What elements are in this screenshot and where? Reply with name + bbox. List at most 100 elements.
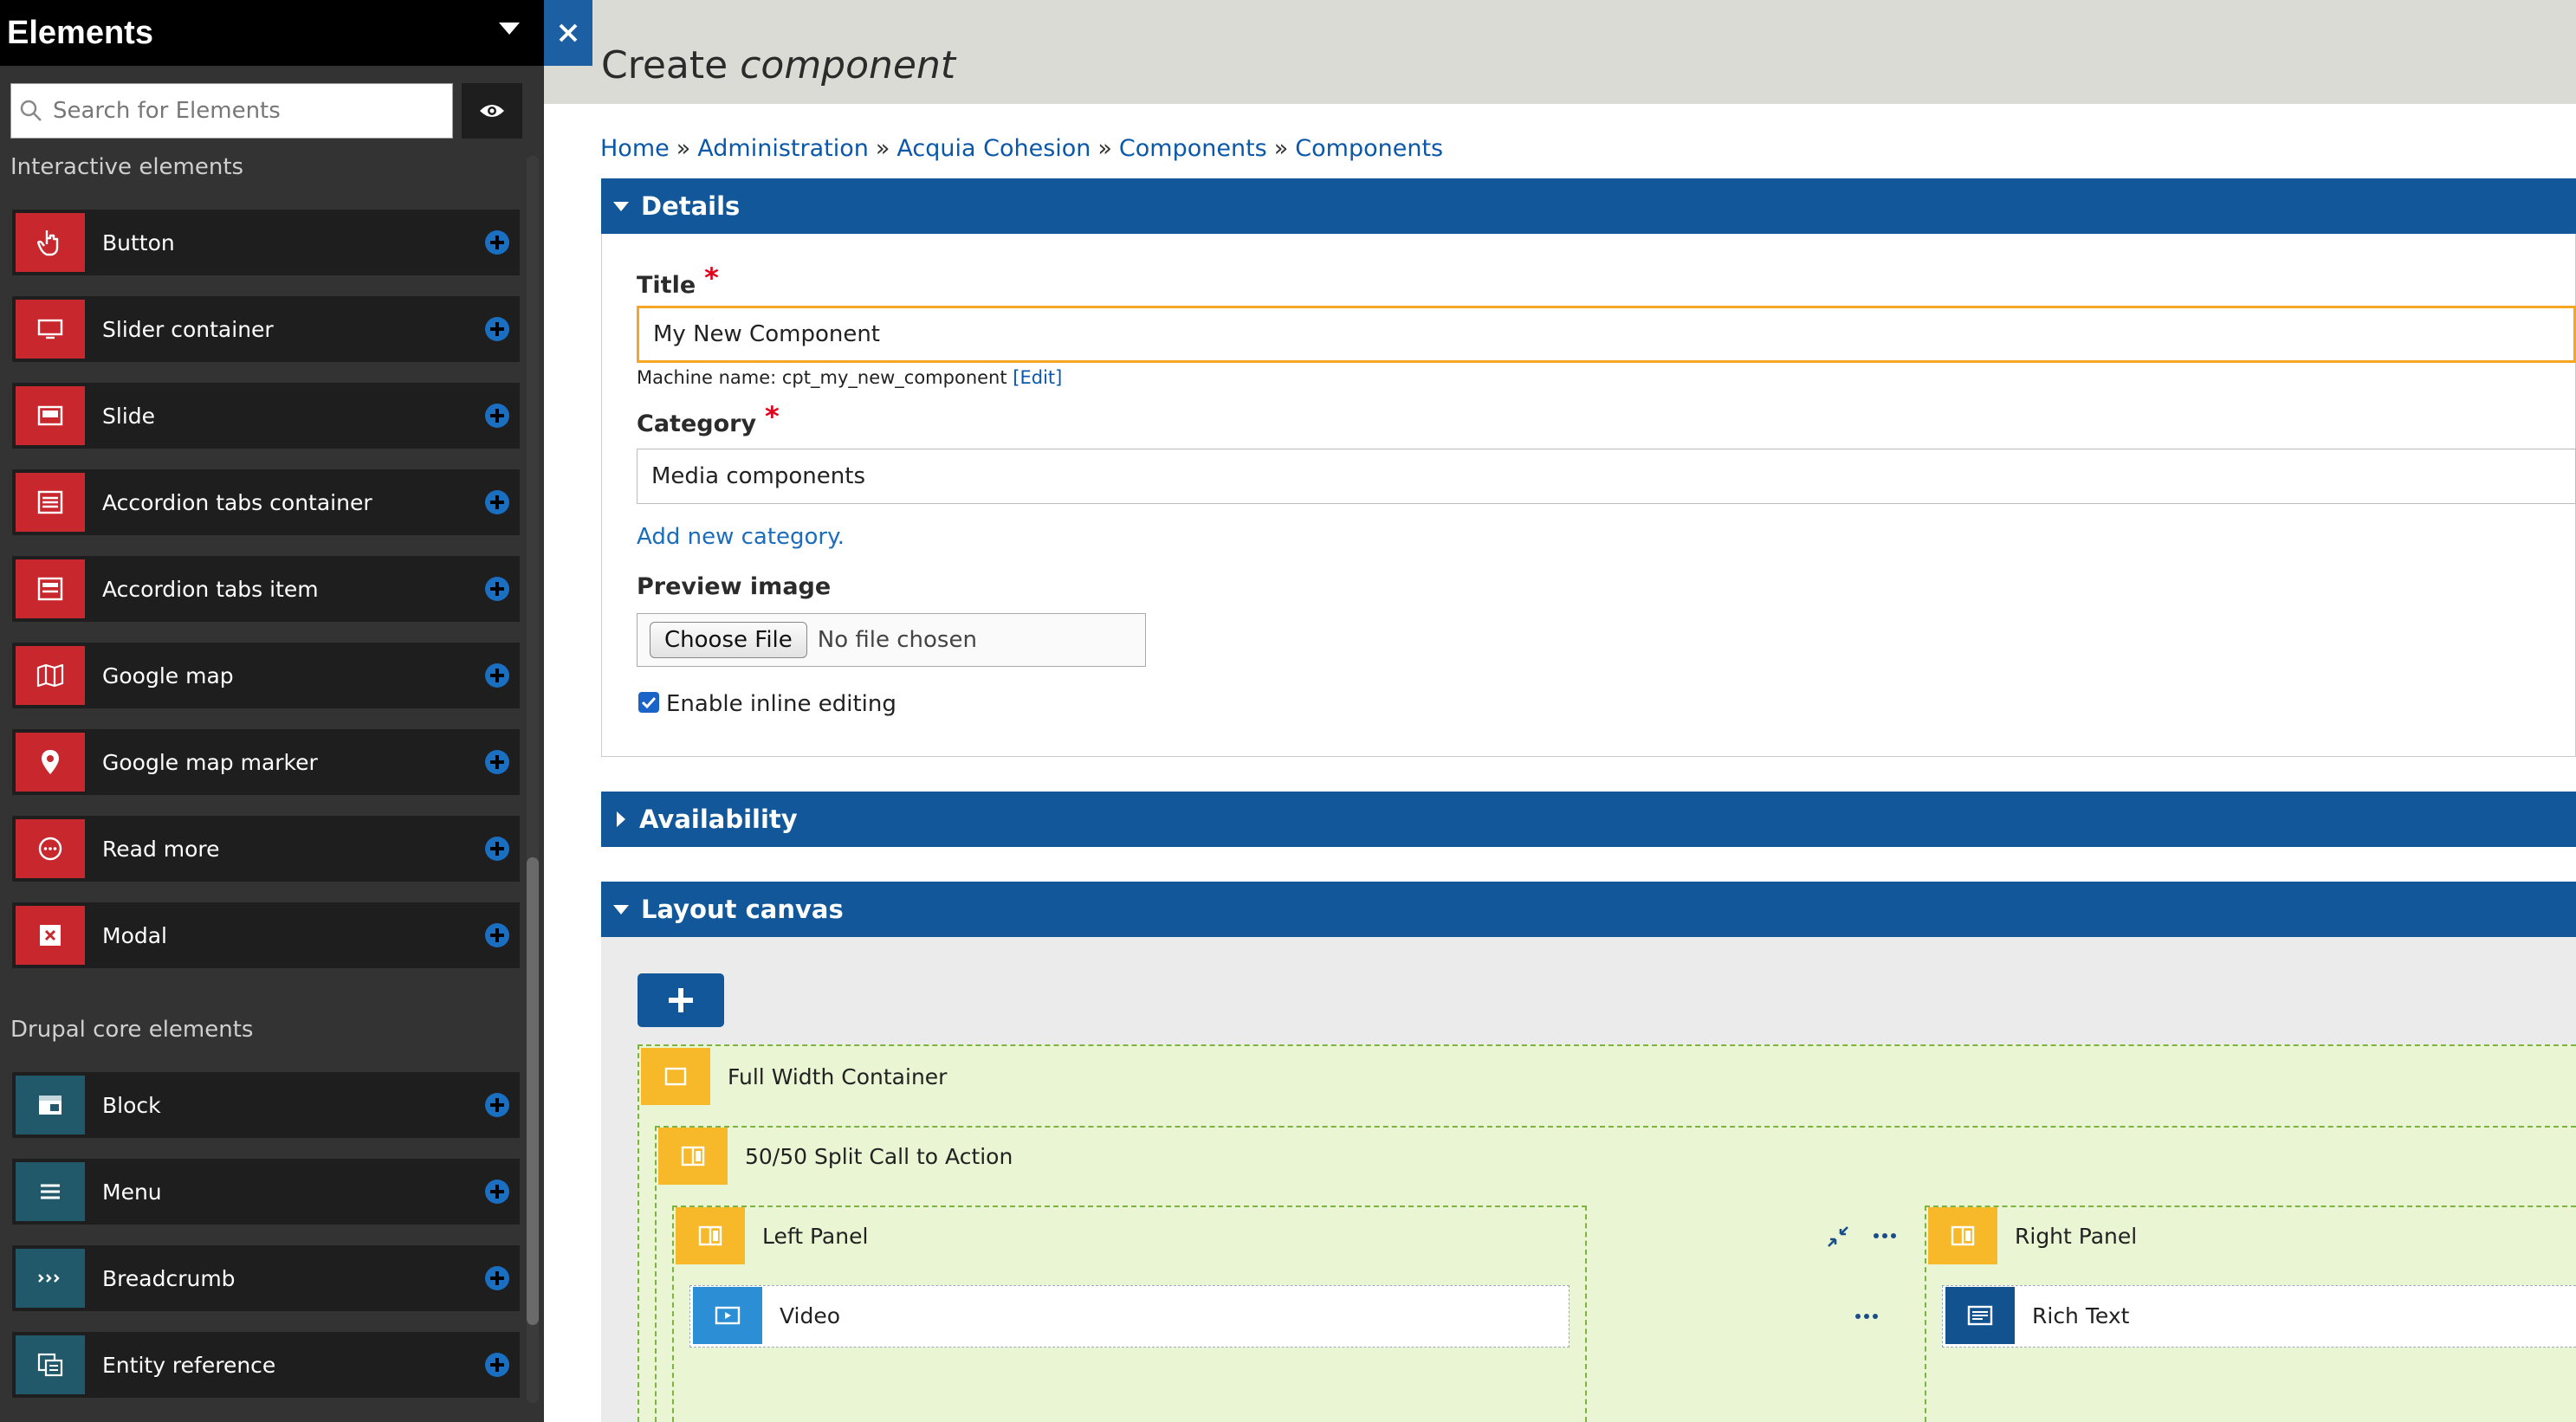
element-label: Block [102,1092,161,1118]
checkmark-icon [641,696,657,709]
required-marker: * [704,262,719,294]
entity-reference-icon [37,1353,63,1377]
search-input[interactable] [53,98,434,124]
page-title-prefix: Create [601,43,728,87]
element-label: Slider container [102,316,274,342]
right-panel-header[interactable]: Right Panel [1928,1207,2137,1264]
breadcrumb-home[interactable]: Home [600,135,670,162]
monitor-icon [37,319,63,339]
add-element-icon[interactable] [485,837,509,861]
element-item-entity-reference[interactable]: Entity reference [12,1332,520,1398]
pointer-hand-icon [37,230,59,256]
container-icon [664,1067,687,1086]
element-item-breadcrumb[interactable]: Breadcrumb [12,1245,520,1311]
details-heading: Details [641,191,741,221]
element-item-read-more[interactable]: Read more [12,816,520,882]
layout-canvas-panel-header[interactable]: Layout canvas [601,882,2576,937]
preview-toggle-button[interactable] [462,83,522,139]
element-item-menu[interactable]: Menu [12,1159,520,1225]
element-label: Modal [102,922,167,948]
collapsed-triangle-icon [617,811,625,827]
element-search[interactable] [10,83,453,139]
expanded-triangle-icon [613,201,629,211]
page-title-emphasis: component [740,43,956,87]
left-panel-more-icon[interactable] [1874,1233,1896,1238]
element-label: Google map marker [102,749,318,775]
breadcrumb-acquia-cohesion[interactable]: Acquia Cohesion [896,135,1091,162]
add-element-icon[interactable] [485,923,509,947]
element-label: Slide [102,403,156,429]
preview-image-file-input[interactable]: Choose File No file chosen [637,613,1146,667]
rich-text-element-header[interactable]: Rich Text [1945,1287,2129,1344]
element-label: Read more [102,836,220,862]
machine-name-edit-link[interactable]: [Edit] [1013,367,1062,388]
accordion-icon [37,490,63,514]
video-label: Video [780,1302,841,1328]
breadcrumb-components-current[interactable]: Components [1295,135,1443,162]
title-input[interactable]: My New Component [637,306,2576,363]
element-item-google-map[interactable]: Google map [12,643,520,708]
element-label: Accordion tabs container [102,489,372,515]
block-icon [39,1096,61,1115]
split-call-to-action-header[interactable]: 50/50 Split Call to Action [658,1128,1013,1185]
preview-image-label: Preview image [637,573,832,600]
right-panel-label: Right Panel [2015,1223,2138,1249]
full-width-container-header[interactable]: Full Width Container [641,1048,947,1105]
choose-file-button[interactable]: Choose File [650,622,807,658]
availability-heading: Availability [639,805,798,834]
element-label: Breadcrumb [102,1265,236,1291]
add-element-icon[interactable] [485,490,509,514]
add-element-icon[interactable] [485,577,509,601]
add-element-icon[interactable] [485,663,509,688]
video-element-header[interactable]: Video [693,1287,840,1344]
section-drupal-core-elements: Drupal core elements [10,1017,254,1043]
breadcrumb-administration[interactable]: Administration [697,135,869,162]
element-item-block[interactable]: Block [12,1072,520,1138]
collapse-caret-icon[interactable] [499,23,520,35]
element-item-accordion-tabs-container[interactable]: Accordion tabs container [12,469,520,535]
main-content: Create component Home» Administration» Acq… [544,0,2576,1422]
add-new-category-link[interactable]: Add new category. [637,524,845,550]
panel-icon [698,1225,722,1246]
layout-canvas-heading: Layout canvas [641,895,844,924]
element-item-accordion-tabs-item[interactable]: Accordion tabs item [12,556,520,622]
add-element-button[interactable] [638,973,724,1027]
video-more-icon[interactable] [1855,1314,1878,1319]
breadcrumb-components[interactable]: Components [1119,135,1267,162]
full-width-container-label: Full Width Container [728,1063,948,1089]
add-element-icon[interactable] [485,1353,509,1377]
close-sidebar-button[interactable] [544,0,592,66]
scrollbar-thumb[interactable] [527,857,539,1325]
category-select[interactable]: Media components [637,449,2576,504]
add-element-icon[interactable] [485,230,509,255]
add-element-icon[interactable] [485,317,509,341]
element-item-google-map-marker[interactable]: Google map marker [12,729,520,795]
inline-editing-checkbox[interactable] [638,692,659,713]
add-element-icon[interactable] [485,1266,509,1290]
element-item-slider-container[interactable]: Slider container [12,296,520,362]
add-element-icon[interactable] [485,1180,509,1204]
map-pin-icon [42,750,59,774]
sidebar-scrollbar[interactable] [527,156,539,1403]
panel-icon [1951,1225,1975,1246]
element-label: Google map [102,663,234,688]
close-icon [559,23,578,42]
breadcrumb: Home» Administration» Acquia Cohesion» Comp… [600,135,1444,162]
element-item-button[interactable]: Button [12,210,520,275]
rich-text-icon [1967,1305,1993,1326]
element-label: Menu [102,1179,162,1205]
category-label: Category * [637,400,780,437]
add-element-icon[interactable] [485,750,509,774]
element-item-slide[interactable]: Slide [12,383,520,449]
no-file-text: No file chosen [817,627,977,653]
availability-panel-header[interactable]: Availability [601,792,2576,847]
add-element-icon[interactable] [485,404,509,428]
collapse-arrows-icon[interactable] [1826,1225,1850,1249]
add-element-icon[interactable] [485,1093,509,1117]
section-interactive-elements: Interactive elements [10,154,244,180]
element-item-modal[interactable]: Modal [12,902,520,968]
accordion-item-icon [37,577,63,601]
details-panel-header[interactable]: Details [601,178,2576,234]
elements-sidebar: Elements Interactive elements Button Sli… [0,0,544,1422]
left-panel-header[interactable]: Left Panel [676,1207,868,1264]
